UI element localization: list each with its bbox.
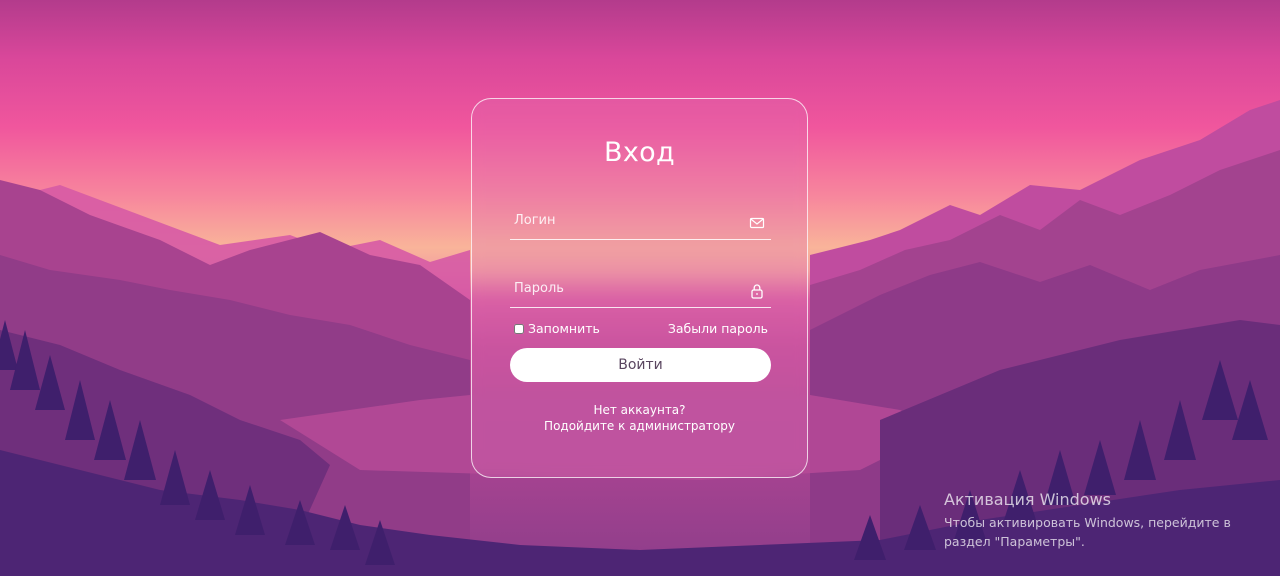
remember-checkbox[interactable] bbox=[514, 323, 524, 334]
login-button[interactable]: Войти bbox=[510, 348, 771, 382]
login-options-row: Запомнить Забыли пароль bbox=[514, 321, 768, 337]
contact-admin-text: Подойдите к администратору bbox=[544, 419, 735, 433]
remember-me[interactable]: Запомнить bbox=[514, 321, 600, 336]
activation-text: Чтобы активировать Windows, перейдите в … bbox=[944, 515, 1231, 549]
lock-icon bbox=[751, 284, 763, 299]
login-field bbox=[510, 205, 771, 240]
no-account-text: Нет аккаунта? bbox=[593, 403, 686, 417]
forgot-password-link[interactable]: Забыли пароль bbox=[668, 321, 768, 336]
activation-title: Активация Windows bbox=[944, 490, 1111, 509]
login-screen: Вход Запомнить Забыли пароль Войти bbox=[0, 0, 1280, 576]
windows-activation-watermark: Активация Windows Чтобы активировать Win… bbox=[944, 490, 1244, 551]
envelope-icon bbox=[749, 217, 765, 229]
login-title: Вход bbox=[604, 137, 675, 168]
login-input[interactable] bbox=[510, 205, 739, 235]
password-field bbox=[510, 273, 771, 308]
remember-label: Запомнить bbox=[528, 321, 600, 336]
login-card: Вход Запомнить Забыли пароль Войти bbox=[471, 98, 808, 478]
no-account-hint: Нет аккаунта? Подойдите к администратору bbox=[472, 402, 807, 434]
password-input[interactable] bbox=[510, 273, 739, 303]
